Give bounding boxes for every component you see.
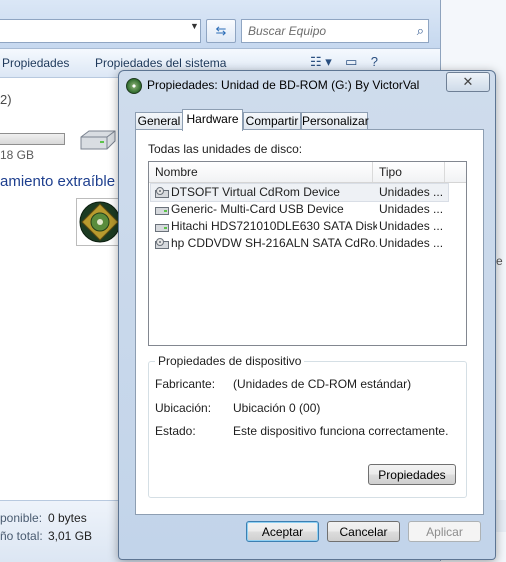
- hard-drive-icon[interactable]: [78, 128, 118, 152]
- background-text-fragment: e: [496, 254, 503, 268]
- all-drives-label: Todas las unidades de disco:: [148, 142, 303, 156]
- device-row[interactable]: Generic- Multi-Card USB Device Unidades …: [151, 201, 448, 218]
- tab-compartir[interactable]: Compartir: [243, 112, 301, 130]
- explorer-chrome: ▼ ⇆ Buscar Equipo ⌕: [0, 0, 440, 49]
- column-header-name[interactable]: Nombre: [149, 162, 373, 182]
- manufacturer-label: Fabricante:: [155, 377, 216, 391]
- drive-size-text: 18 GB: [0, 148, 35, 162]
- toolbar-system-properties-button[interactable]: Propiedades del sistema: [95, 56, 226, 70]
- device-name: hp CDDVDW SH-216ALN SATA CdRo...: [171, 236, 377, 250]
- total-size-value: 3,01 GB: [48, 529, 93, 543]
- dialog-body: General Hardware Compartir Personalizar …: [126, 101, 488, 552]
- cancel-button[interactable]: Cancelar: [327, 521, 400, 542]
- status-label: Estado:: [155, 424, 196, 438]
- hardware-panel: Todas las unidades de disco: Nombre Tipo…: [135, 129, 484, 515]
- refresh-icon[interactable]: ⇆: [206, 19, 236, 43]
- device-properties-title: Propiedades de dispositivo: [155, 354, 305, 368]
- usb-drive-icon: [155, 207, 169, 215]
- removable-storage-heading: amiento extraíble: [0, 173, 116, 190]
- bd-rom-drive-icon[interactable]: [76, 198, 124, 246]
- search-input[interactable]: Buscar Equipo ⌕: [241, 19, 429, 43]
- device-list[interactable]: Nombre Tipo DTSOFT Virtual CdRom Device …: [148, 161, 467, 346]
- tab-general[interactable]: General: [135, 112, 183, 130]
- drive-app-icon: [126, 78, 142, 94]
- hard-disk-icon: [155, 224, 169, 232]
- free-space-value: 0 bytes: [48, 511, 87, 525]
- tab-personalizar[interactable]: Personalizar: [301, 112, 369, 130]
- dialog-title: Propiedades: Unidad de BD-ROM (G:) By Vi…: [147, 78, 420, 92]
- device-list-header: Nombre Tipo: [149, 162, 466, 183]
- device-properties-group: Propiedades de dispositivo Fabricante: (…: [148, 354, 467, 498]
- total-size-label: ño total:: [0, 529, 43, 543]
- device-name: Generic- Multi-Card USB Device: [171, 202, 344, 216]
- close-icon: ✕: [462, 74, 474, 89]
- close-button[interactable]: ✕: [446, 72, 490, 92]
- device-type: Unidades ...: [379, 219, 444, 233]
- location-value: Ubicación 0 (00): [233, 401, 321, 415]
- address-bar[interactable]: [0, 19, 201, 43]
- search-placeholder: Buscar Equipo: [248, 24, 327, 38]
- group-count: 2): [0, 92, 12, 107]
- device-row[interactable]: Hitachi HDS721010DLE630 SATA Disk... Uni…: [151, 218, 448, 235]
- column-header-type[interactable]: Tipo: [373, 162, 445, 182]
- location-label: Ubicación:: [155, 401, 212, 415]
- help-icon[interactable]: ?: [371, 54, 378, 69]
- device-row[interactable]: hp CDDVDW SH-216ALN SATA CdRo... Unidade…: [151, 235, 448, 252]
- search-icon[interactable]: ⌕: [417, 23, 424, 39]
- preview-pane-icon[interactable]: ▭: [345, 54, 357, 70]
- device-type: Unidades ...: [379, 236, 444, 250]
- device-properties-button[interactable]: Propiedades: [368, 464, 456, 485]
- drive-usage-bar: [0, 133, 65, 145]
- device-row[interactable]: DTSOFT Virtual CdRom Device Unidades ...: [150, 183, 449, 202]
- view-options-icon[interactable]: ☷ ▾: [310, 54, 332, 70]
- device-type: Unidades ...: [379, 202, 444, 216]
- cd-drive-icon: [155, 187, 169, 198]
- toolbar-properties-button[interactable]: Propiedades: [2, 56, 69, 70]
- free-space-label: ponible:: [0, 511, 43, 525]
- properties-dialog: Propiedades: Unidad de BD-ROM (G:) By Vi…: [118, 70, 496, 560]
- accept-button[interactable]: Aceptar: [246, 521, 319, 542]
- manufacturer-value: (Unidades de CD-ROM estándar): [233, 377, 412, 391]
- address-dropdown-icon[interactable]: ▼: [190, 21, 199, 31]
- device-name: Hitachi HDS721010DLE630 SATA Disk...: [171, 219, 377, 233]
- dialog-titlebar[interactable]: Propiedades: Unidad de BD-ROM (G:) By Vi…: [119, 71, 495, 99]
- status-value: Este dispositivo funciona correctamente.: [233, 424, 449, 438]
- device-type: Unidades ...: [379, 185, 444, 199]
- tab-hardware[interactable]: Hardware: [182, 109, 243, 131]
- apply-button[interactable]: Aplicar: [408, 521, 481, 542]
- dvd-drive-icon: [155, 238, 169, 249]
- device-name: DTSOFT Virtual CdRom Device: [171, 185, 340, 199]
